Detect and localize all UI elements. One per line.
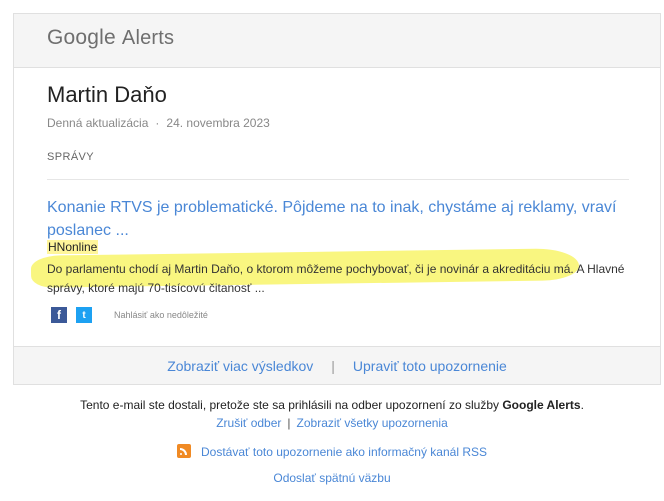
rss-link[interactable]: Dostávať toto upozornenie ako informačný… bbox=[201, 445, 487, 459]
manage-links: Zrušiť odber | Zobraziť všetky upozornenia bbox=[0, 416, 664, 430]
notice-text: Tento e-mail ste dostali, pretože ste sa… bbox=[80, 398, 503, 412]
section-divider bbox=[47, 179, 629, 180]
more-results-link[interactable]: Zobraziť viac výsledkov bbox=[167, 358, 313, 374]
snippet-keyword: Martin Daňo bbox=[174, 262, 240, 276]
snippet-text-before: Do parlamentu chodí aj bbox=[47, 262, 175, 276]
notice-brand: Google Alerts bbox=[502, 398, 581, 412]
alert-subline: Denná aktualizácia · 24. novembra 2023 bbox=[47, 116, 270, 130]
logo-alerts-text: Alerts bbox=[121, 27, 175, 49]
send-feedback-link[interactable]: Odoslať spätnú väzbu bbox=[273, 471, 390, 485]
unsubscribe-link[interactable]: Zrušiť odber bbox=[216, 416, 281, 430]
article-source: HNonline bbox=[47, 240, 99, 254]
share-row: f t Nahlásiť ako nedôležité bbox=[51, 307, 208, 323]
subscription-notice: Tento e-mail ste dostali, pretože ste sa… bbox=[0, 398, 664, 412]
rss-icon[interactable] bbox=[177, 444, 191, 458]
card-footer: Zobraziť viac výsledkov | Upraviť toto u… bbox=[14, 346, 660, 384]
links-separator: | bbox=[287, 416, 291, 430]
google-alerts-logo: Google Alerts bbox=[47, 26, 174, 50]
notice-end: . bbox=[580, 398, 584, 412]
rss-row: Dostávať toto upozornenie ako informačný… bbox=[0, 444, 664, 459]
card-header: Google Alerts bbox=[14, 14, 660, 68]
logo-google-text: Google bbox=[47, 26, 116, 49]
facebook-icon[interactable]: f bbox=[51, 307, 67, 323]
article-title-link[interactable]: Konanie RTVS je problematické. Pôjdeme n… bbox=[47, 196, 629, 242]
alert-title: Martin Daňo bbox=[47, 82, 167, 107]
view-all-alerts-link[interactable]: Zobraziť všetky upozornenia bbox=[297, 416, 448, 430]
article-snippet: Do parlamentu chodí aj Martin Daňo, o kt… bbox=[47, 260, 637, 298]
edit-alert-link[interactable]: Upraviť toto upozornenie bbox=[353, 358, 507, 374]
flag-unimportant-link[interactable]: Nahlásiť ako nedôležité bbox=[114, 310, 208, 320]
twitter-icon[interactable]: t bbox=[76, 307, 92, 323]
subline-separator: · bbox=[155, 116, 160, 130]
feedback-row: Odoslať spätnú väzbu bbox=[0, 471, 664, 485]
alert-card: Google Alerts Martin Daňo Denná aktualizá… bbox=[13, 13, 661, 385]
footer-separator: | bbox=[331, 357, 335, 374]
section-label: SPRÁVY bbox=[47, 151, 95, 163]
alert-date: 24. novembra 2023 bbox=[166, 116, 270, 130]
alert-frequency: Denná aktualizácia bbox=[47, 116, 149, 130]
